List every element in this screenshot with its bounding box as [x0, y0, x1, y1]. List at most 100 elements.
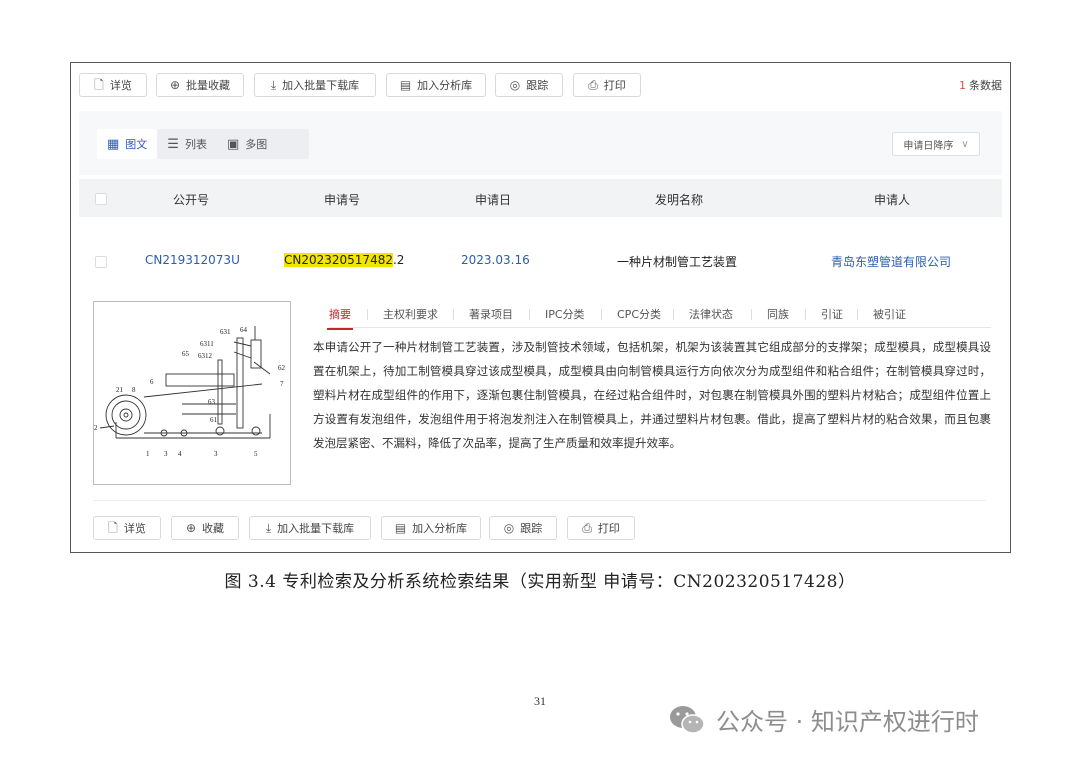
add-download-label: 加入批量下载库 — [277, 522, 355, 535]
tab-main-claim[interactable]: 主权利要求 — [383, 306, 438, 322]
batch-collect-button[interactable]: ⊕ 批量收藏 — [156, 73, 244, 97]
result-count: 1 条数据 — [959, 77, 1002, 93]
track-button[interactable]: ◎ 跟踪 — [495, 73, 563, 97]
tab-ipc[interactable]: IPC分类 — [545, 306, 585, 322]
figure-label: 62 — [278, 364, 286, 372]
figure-label: 64 — [240, 326, 248, 334]
patent-drawing[interactable]: 631 64 6311 6312 65 6 62 7 21 8 63 61 2 … — [93, 301, 291, 485]
tab-separator — [367, 309, 368, 320]
detail-button[interactable]: 🗋 详览 — [93, 516, 161, 540]
tab-multi-image-label: 多图 — [245, 138, 268, 151]
tab-separator — [529, 309, 530, 320]
track-label: 跟踪 — [520, 522, 543, 535]
patent-drawing-svg: 631 64 6311 6312 65 6 62 7 21 8 63 61 2 … — [94, 326, 286, 458]
detail-button[interactable]: 🗋 详览 — [79, 73, 147, 97]
collect-icon: ⊕ — [185, 521, 197, 535]
batch-collect-icon: ⊕ — [169, 78, 181, 92]
figure-label: 4 — [178, 450, 182, 458]
tab-cpc[interactable]: CPC分类 — [617, 306, 661, 322]
figure-label: 6311 — [200, 340, 214, 348]
figure-caption: 图 3.4 专利检索及分析系统检索结果（实用新型 申请号：CN202320517… — [224, 572, 856, 592]
patent-title[interactable]: 一种片材制管工艺装置 — [617, 253, 737, 270]
multi-image-icon: ▣ — [226, 136, 240, 152]
track-label: 跟踪 — [526, 79, 549, 92]
abstract-text: 本申请公开了一种片材制管工艺装置，涉及制管技术领域，包括机架，机架为该装置其它组… — [313, 340, 991, 450]
tab-image-text[interactable]: ▦ 图文 — [97, 129, 158, 159]
row-action-bar: 🗋 详览 ⊕ 收藏 ⤓ 加入批量下载库 ▤ 加入分析库 ◎ 跟踪 ⎙ 打印 — [93, 516, 1002, 542]
app-no-suffix: .2 — [392, 253, 405, 267]
add-analysis-button[interactable]: ▤ 加入分析库 — [381, 516, 481, 540]
header-applicant: 申请人 — [874, 193, 911, 207]
add-download-button[interactable]: ⤓ 加入批量下载库 — [249, 516, 371, 540]
figure-label: 2 — [94, 424, 98, 432]
watermark-text: 公众号 · 知识产权进行时 — [716, 708, 979, 736]
tab-separator — [751, 309, 752, 320]
tab-separator — [857, 309, 858, 320]
tab-multi-image[interactable]: ▣ 多图 — [217, 129, 277, 159]
tab-separator — [601, 309, 602, 320]
figure-label: 3 — [214, 450, 218, 458]
select-all-checkbox[interactable] — [95, 193, 107, 205]
print-icon: ⎙ — [588, 78, 598, 92]
table-header: 公开号 申请号 申请日 发明名称 申请人 — [79, 179, 1002, 217]
search-result-panel: 🗋 详览 ⊕ 批量收藏 ⤓ 加入批量下载库 ▤ 加入分析库 ◎ 跟踪 ⎙ 打印 … — [70, 62, 1011, 553]
view-mode-tabs: ▦ 图文 ☰ 列表 ▣ 多图 — [97, 129, 309, 159]
pub-no-link[interactable]: CN219312073U — [145, 253, 240, 267]
result-count-number: 1 — [959, 79, 966, 92]
tab-list[interactable]: ☰ 列表 — [157, 129, 217, 159]
print-button[interactable]: ⎙ 打印 — [573, 73, 641, 97]
figure-label: 21 — [116, 386, 124, 394]
download-icon: ⤓ — [270, 78, 277, 92]
row-checkbox[interactable] — [95, 256, 107, 268]
track-icon: ◎ — [503, 521, 515, 535]
collect-label: 收藏 — [202, 522, 225, 535]
tab-bibliographic[interactable]: 著录项目 — [469, 306, 513, 322]
header-app-no: 申请号 — [324, 193, 361, 207]
detail-label: 详览 — [123, 522, 146, 535]
app-no-highlight: CN202320517482 — [284, 253, 393, 267]
watermark: 公众号 · 知识产权进行时 — [668, 702, 979, 737]
header-pub-no: 公开号 — [173, 193, 210, 207]
batch-collect-label: 批量收藏 — [186, 79, 231, 92]
figure-label: 1 — [146, 450, 150, 458]
figure-label: 5 — [254, 450, 258, 458]
header-title: 发明名称 — [655, 193, 704, 207]
collect-button[interactable]: ⊕ 收藏 — [171, 516, 239, 540]
tab-separator — [453, 309, 454, 320]
figure-label: 63 — [208, 398, 216, 406]
app-date: 2023.03.16 — [461, 253, 530, 267]
tab-cited-by[interactable]: 被引证 — [873, 306, 906, 322]
applicant-link[interactable]: 青岛东塑管道有限公司 — [831, 253, 951, 270]
tab-family[interactable]: 同族 — [767, 306, 789, 322]
figure-label: 6312 — [198, 352, 213, 360]
figure-label: 8 — [132, 386, 136, 394]
add-analysis-label: 加入分析库 — [417, 79, 473, 92]
tab-abstract[interactable]: 摘要 — [327, 306, 353, 330]
analysis-icon: ▤ — [399, 78, 412, 92]
file-detail-icon: 🗋 — [108, 521, 118, 535]
app-no: CN202320517482.2 — [284, 253, 404, 267]
tab-legal-status[interactable]: 法律状态 — [689, 306, 733, 322]
add-download-button[interactable]: ⤓ 加入批量下载库 — [254, 73, 376, 97]
wechat-icon — [670, 705, 705, 734]
result-count-text: 条数据 — [969, 79, 1002, 92]
detail-tabs: 摘要 主权利要求 著录项目 IPC分类 CPC分类 法律状态 同族 引证 被引证 — [327, 303, 991, 330]
sort-select[interactable]: 申请日降序 ∨ — [892, 132, 980, 156]
sort-select-label: 申请日降序 — [903, 140, 954, 152]
add-analysis-button[interactable]: ▤ 加入分析库 — [386, 73, 486, 97]
tab-citation[interactable]: 引证 — [821, 306, 843, 322]
figure-label: 65 — [182, 350, 190, 358]
file-detail-icon: 🗋 — [94, 78, 104, 92]
tab-separator — [805, 309, 806, 320]
figure-label: 7 — [280, 380, 284, 388]
tab-separator — [673, 309, 674, 320]
detail-label: 详览 — [109, 79, 132, 92]
print-button[interactable]: ⎙ 打印 — [567, 516, 635, 540]
track-button[interactable]: ◎ 跟踪 — [489, 516, 557, 540]
add-download-label: 加入批量下载库 — [282, 79, 360, 92]
tab-image-text-label: 图文 — [125, 138, 148, 151]
print-icon: ⎙ — [582, 521, 592, 535]
view-bar: ▦ 图文 ☰ 列表 ▣ 多图 申请日降序 ∨ — [79, 111, 1002, 175]
image-text-icon: ▦ — [107, 136, 120, 152]
figure-label: 6 — [150, 378, 154, 386]
